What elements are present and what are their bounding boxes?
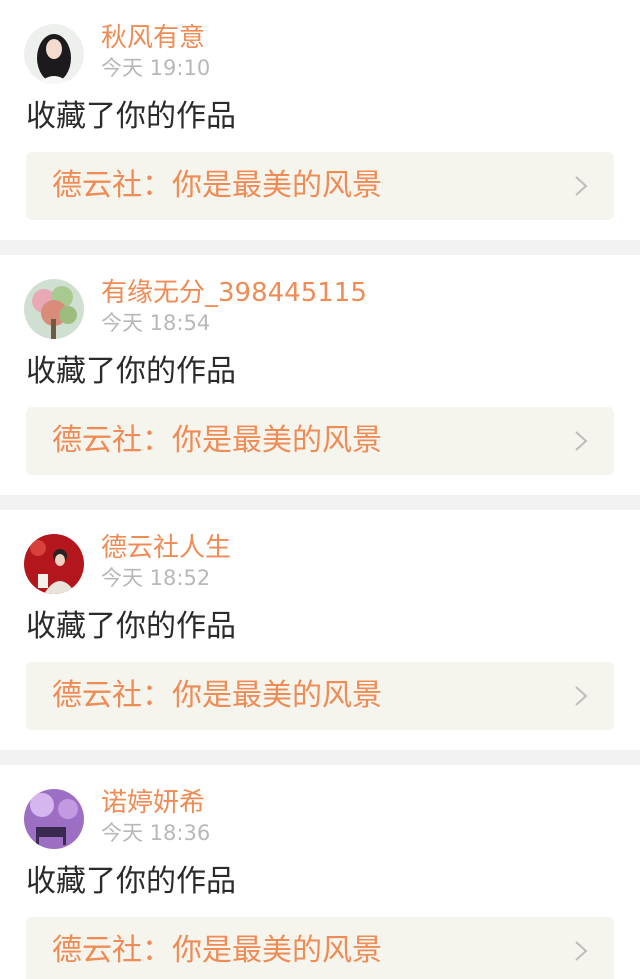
action-text: 收藏了你的作品 bbox=[26, 354, 236, 389]
girl-portrait-avatar-icon bbox=[24, 24, 84, 84]
timestamp: 今天 18:52 bbox=[101, 566, 211, 590]
chevron-right-icon bbox=[574, 940, 588, 962]
notification-feed: 秋风有意 今天 19:10 收藏了你的作品 德云社：你是最美的风景 有缘无分_3… bbox=[0, 0, 640, 979]
timestamp: 今天 18:36 bbox=[101, 821, 211, 845]
notification-card: 德云社人生 今天 18:52 收藏了你的作品 德云社：你是最美的风景 bbox=[0, 510, 640, 750]
action-text: 收藏了你的作品 bbox=[26, 864, 236, 899]
timestamp: 今天 19:10 bbox=[101, 56, 211, 80]
timestamp: 今天 18:54 bbox=[101, 311, 211, 335]
user-avatar[interactable] bbox=[24, 24, 84, 84]
work-link[interactable]: 德云社：你是最美的风景 bbox=[26, 662, 614, 730]
notification-card: 有缘无分_398445115 今天 18:54 收藏了你的作品 德云社：你是最美… bbox=[0, 255, 640, 495]
username[interactable]: 有缘无分_398445115 bbox=[101, 277, 367, 309]
user-avatar[interactable] bbox=[24, 789, 84, 849]
work-title: 德云社：你是最美的风景 bbox=[52, 933, 382, 968]
work-link[interactable]: 德云社：你是最美的风景 bbox=[26, 407, 614, 475]
work-title: 德云社：你是最美的风景 bbox=[52, 423, 382, 458]
purple-piano-avatar-icon bbox=[24, 789, 84, 849]
user-avatar[interactable] bbox=[24, 279, 84, 339]
work-link[interactable]: 德云社：你是最美的风景 bbox=[26, 152, 614, 220]
flower-tree-avatar-icon bbox=[24, 279, 84, 339]
work-title: 德云社：你是最美的风景 bbox=[52, 168, 382, 203]
chevron-right-icon bbox=[574, 685, 588, 707]
chevron-right-icon bbox=[574, 175, 588, 197]
username[interactable]: 诺婷妍希 bbox=[101, 787, 205, 819]
notification-card: 秋风有意 今天 19:10 收藏了你的作品 德云社：你是最美的风景 bbox=[0, 0, 640, 240]
action-text: 收藏了你的作品 bbox=[26, 609, 236, 644]
chevron-right-icon bbox=[574, 430, 588, 452]
username[interactable]: 秋风有意 bbox=[101, 22, 205, 54]
work-title: 德云社：你是最美的风景 bbox=[52, 678, 382, 713]
work-link[interactable]: 德云社：你是最美的风景 bbox=[26, 917, 614, 979]
performer-red-avatar-icon bbox=[24, 534, 84, 594]
user-avatar[interactable] bbox=[24, 534, 84, 594]
username[interactable]: 德云社人生 bbox=[101, 532, 231, 564]
notification-card: 诺婷妍希 今天 18:36 收藏了你的作品 德云社：你是最美的风景 bbox=[0, 765, 640, 979]
action-text: 收藏了你的作品 bbox=[26, 99, 236, 134]
